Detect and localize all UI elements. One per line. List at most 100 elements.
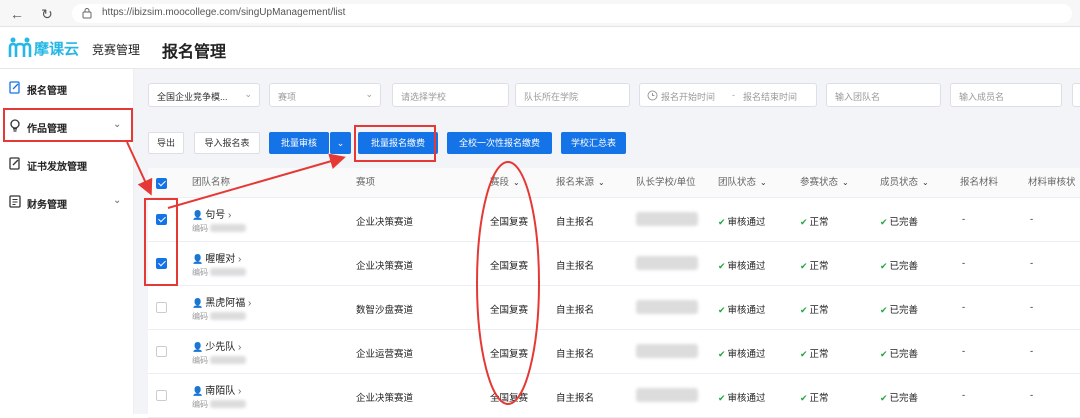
main-content: 全国企业竞争模... ⌄ 赛项 ⌄ 请选择学校 队长所在学院 报名开始时间 - … <box>134 69 1080 418</box>
compete-status-cell: ✔ 正常 <box>800 393 829 404</box>
check-circle-icon: ✔ <box>718 261 726 271</box>
team-name-link[interactable]: 👤 南陌队 › <box>192 382 241 397</box>
compete-status-cell: ✔ 正常 <box>800 261 829 272</box>
redacted-code <box>210 224 246 232</box>
leader-school-input[interactable]: 队长所在学院 <box>515 83 630 107</box>
col-track: 赛项 <box>356 177 376 188</box>
member-status-cell: ✔ 已完善 <box>880 261 919 272</box>
chevron-down-icon: ⌄ <box>598 178 605 187</box>
member-status-cell: ✔ 已完善 <box>880 305 919 316</box>
materials-cell: - <box>962 346 966 357</box>
row-checkbox[interactable] <box>156 302 167 313</box>
chevron-right-icon: › <box>238 342 242 353</box>
user-icon: 👤 <box>192 254 204 264</box>
member-status-cell: ✔ 已完善 <box>880 217 919 228</box>
sidebar-item-signup[interactable]: 报名管理 <box>0 71 134 105</box>
school-summary-button[interactable]: 学校汇总表 <box>561 132 626 154</box>
sidebar-item-certificates[interactable]: 证书发放管理 <box>0 147 134 181</box>
signup-table: 团队名称 赛项 赛段 ⌄ 报名来源 ⌄ 队长学校/单位 团队状态 ⌄ 参赛状态 ⌄ 成员… <box>148 168 1080 418</box>
page-info-icon[interactable] <box>82 8 92 19</box>
user-icon: 👤 <box>192 210 204 220</box>
extra-filter[interactable] <box>1072 83 1080 107</box>
chevron-down-icon: ⌄ <box>842 178 849 187</box>
col-team-status[interactable]: 团队状态 ⌄ <box>718 168 767 198</box>
back-icon[interactable]: ← <box>8 5 26 23</box>
row-checkbox[interactable] <box>156 390 167 401</box>
materials-cell: - <box>962 214 966 225</box>
track-cell: 数智沙盘赛道 <box>356 305 414 316</box>
check-circle-icon: ✔ <box>718 217 726 227</box>
track-cell: 企业决策赛道 <box>356 261 414 272</box>
table-row: 👤 喔喔对 › 编码 企业决策赛道 全国复赛 自主报名 ✔ 审核通过 ✔ 正常 ✔ 已完善 - - <box>148 242 1080 286</box>
import-signup-button[interactable]: 导入报名表 <box>194 132 260 154</box>
member-name-input[interactable]: 输入成员名 <box>950 83 1062 107</box>
select-all-checkbox[interactable] <box>156 178 167 189</box>
sidebar-item-finance[interactable]: 财务管理 ⌄ <box>0 185 134 219</box>
team-name-link[interactable]: 👤 少先队 › <box>192 338 241 353</box>
col-stage[interactable]: 赛段 ⌄ <box>490 168 520 198</box>
check-circle-icon: ✔ <box>880 393 888 403</box>
track-cell: 企业决策赛道 <box>356 393 414 404</box>
redacted-school <box>636 388 698 402</box>
member-status-cell: ✔ 已完善 <box>880 393 919 404</box>
user-icon: 👤 <box>192 386 204 396</box>
school-select[interactable]: 请选择学校 <box>392 83 509 107</box>
team-name-input[interactable]: 输入团队名 <box>826 83 941 107</box>
check-circle-icon: ✔ <box>880 305 888 315</box>
table-header <box>148 168 1080 198</box>
app-header: 摩课云 竞赛管理 报名管理 <box>0 27 1080 69</box>
check-circle-icon: ✔ <box>718 393 726 403</box>
source-cell: 自主报名 <box>556 217 595 228</box>
edit-icon <box>9 81 20 94</box>
track-cell: 企业运营赛道 <box>356 349 414 360</box>
table-row: 👤 句号 › 编码 企业决策赛道 全国复赛 自主报名 ✔ 审核通过 ✔ 正常 ✔ 已完善 - - <box>148 198 1080 242</box>
date-separator: - <box>732 90 735 100</box>
chevron-right-icon: › <box>228 210 232 221</box>
col-materials: 报名材料 <box>960 177 999 188</box>
compete-status-cell: ✔ 正常 <box>800 349 829 360</box>
col-source[interactable]: 报名来源 ⌄ <box>556 168 605 198</box>
check-circle-icon: ✔ <box>800 261 808 271</box>
app-section-label[interactable]: 竞赛管理 <box>92 41 140 58</box>
chevron-right-icon: › <box>248 298 252 309</box>
team-code-label: 编码 <box>192 356 208 365</box>
stage-cell: 全国复赛 <box>490 349 529 360</box>
team-name-link[interactable]: 👤 黑虎阿福 › <box>192 294 251 309</box>
date-start-placeholder: 报名开始时间 <box>661 92 716 102</box>
select-value: 全国企业竞争模... <box>157 92 228 102</box>
col-compete-status[interactable]: 参赛状态 ⌄ <box>800 168 849 198</box>
signup-date-range[interactable]: 报名开始时间 - 报名结束时间 <box>639 83 817 107</box>
materials-cell: - <box>962 258 966 269</box>
batch-review-button[interactable]: 批量审核 <box>269 132 329 154</box>
sidebar-item-label: 报名管理 <box>27 86 67 97</box>
input-placeholder: 队长所在学院 <box>524 92 579 102</box>
compete-status-cell: ✔ 正常 <box>800 305 829 316</box>
competition-select[interactable]: 全国企业竞争模... ⌄ <box>148 83 260 107</box>
check-circle-icon: ✔ <box>800 349 808 359</box>
team-name-link[interactable]: 👤 句号 › <box>192 206 231 221</box>
url-text: https://ibizsim.moocollege.com/singUpMan… <box>102 7 346 18</box>
address-bar[interactable]: https://ibizsim.moocollege.com/singUpMan… <box>72 4 1072 23</box>
annotation-box-works <box>3 108 133 142</box>
check-circle-icon: ✔ <box>880 349 888 359</box>
school-onetime-fee-button[interactable]: 全校一次性报名缴费 <box>447 132 552 154</box>
select-placeholder: 请选择学校 <box>401 92 447 102</box>
reload-icon[interactable]: ↻ <box>38 5 56 23</box>
browser-toolbar: ← ↻ https://ibizsim.moocollege.com/singU… <box>0 0 1080 27</box>
logo-text: 摩课云 <box>34 41 80 58</box>
check-circle-icon: ✔ <box>718 305 726 315</box>
batch-review-dropdown[interactable]: ⌄ <box>330 132 351 154</box>
check-circle-icon: ✔ <box>718 349 726 359</box>
team-code-label: 编码 <box>192 268 208 277</box>
export-button[interactable]: 导出 <box>148 132 184 154</box>
team-status-cell: ✔ 审核通过 <box>718 393 766 404</box>
annotation-box-batch-fee <box>354 125 436 162</box>
col-member-status[interactable]: 成员状态 ⌄ <box>880 168 929 198</box>
table-row: 👤 少先队 › 编码 企业运营赛道 全国复赛 自主报名 ✔ 审核通过 ✔ 正常 ✔ 已完善 - - <box>148 330 1080 374</box>
member-status-cell: ✔ 已完善 <box>880 349 919 360</box>
team-name-link[interactable]: 👤 喔喔对 › <box>192 250 241 265</box>
row-checkbox[interactable] <box>156 346 167 357</box>
track-select[interactable]: 赛项 ⌄ <box>269 83 381 107</box>
materials-cell: - <box>962 390 966 401</box>
chevron-right-icon: › <box>238 386 242 397</box>
